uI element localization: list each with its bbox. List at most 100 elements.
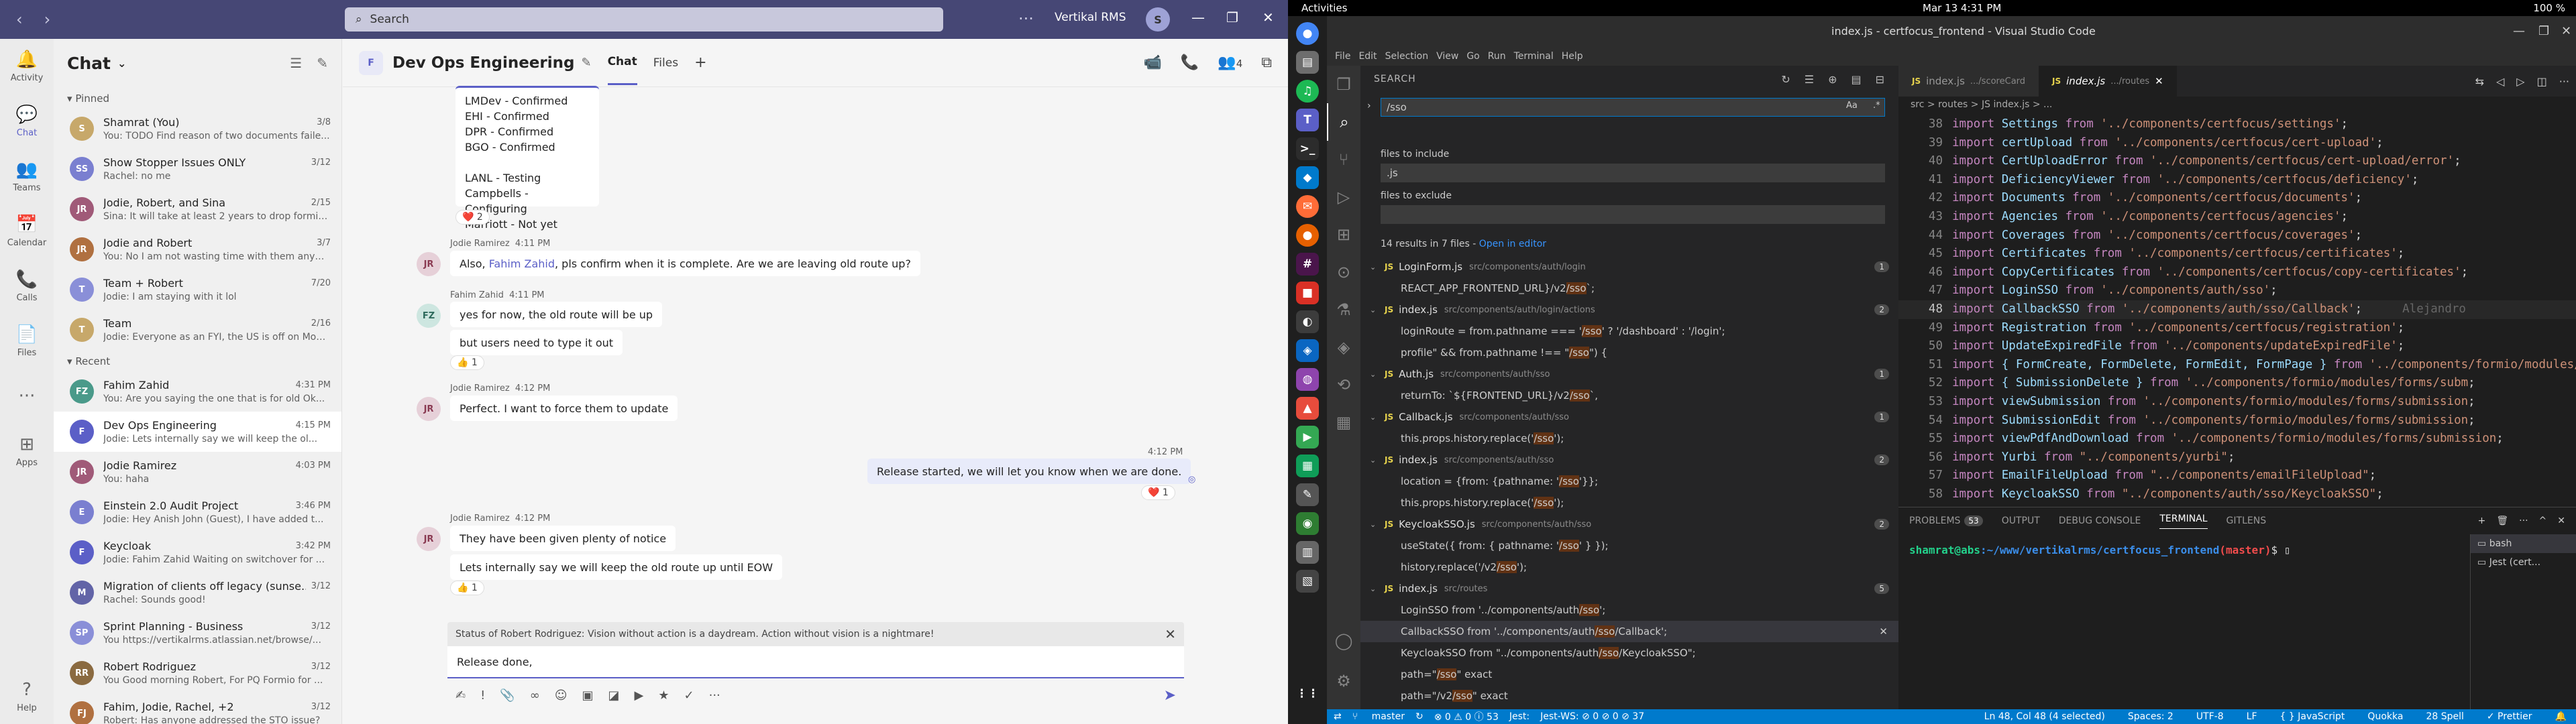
chat-list-item[interactable]: T Team + Robert 7/20 Jodie: I am staying wi… <box>54 269 341 310</box>
chat-list-item[interactable]: JR Jodie and Robert 3/7 You: No I am not wa… <box>54 229 341 269</box>
result-match[interactable]: returnTo: `${FRONTEND_URL}/v2/sso `, <box>1360 385 1898 406</box>
code-editor[interactable]: 38 import Settings from '../components/ce… <box>1898 115 2576 501</box>
maximize-panel-icon[interactable]: ^ <box>2539 516 2547 526</box>
thumbs-reaction[interactable]: 👍 1 <box>450 581 484 595</box>
source-control-icon[interactable]: ⑂ <box>1327 141 1360 178</box>
regex-icon[interactable]: .* <box>1873 101 1880 111</box>
refresh-icon[interactable]: ↻ <box>1781 73 1790 86</box>
menu-selection[interactable]: Selection <box>1385 51 1429 62</box>
tab-terminal[interactable]: TERMINAL <box>2159 514 2208 529</box>
activities-button[interactable]: Activities <box>1301 2 1347 14</box>
app-icon[interactable]: ▧ <box>1296 570 1319 593</box>
rail-calendar[interactable]: 📅 Calendar <box>0 204 54 259</box>
chat-list-title[interactable]: Chat <box>67 54 111 73</box>
chrome-icon[interactable]: ● <box>1296 22 1319 45</box>
chat-list-item[interactable]: FZ Fahim Zahid 4:31 PM You: Are you saying … <box>54 371 341 412</box>
app-icon[interactable]: ✎ <box>1296 483 1319 506</box>
search-icon[interactable]: ⌕ <box>1327 103 1360 141</box>
minimize-icon[interactable]: — <box>1191 9 1205 25</box>
files-include-input[interactable]: .js <box>1381 164 1885 182</box>
view-as-tree-icon[interactable]: ▤ <box>1851 73 1862 86</box>
result-match[interactable]: this.props.history.replace('/sso '); <box>1360 428 1898 449</box>
rail-help[interactable]: ? Help <box>0 669 54 724</box>
meet-icon[interactable]: ▶ <box>635 688 644 703</box>
result-file[interactable]: ⌄ JS index.js src/components/auth/sso 2 <box>1360 449 1898 471</box>
chat-list-item[interactable]: S Shamrat (You) 3/8 You: TODO Find reason o… <box>54 109 341 149</box>
app-icon[interactable]: ◈ <box>1296 339 1319 362</box>
go-forward-icon[interactable]: ▷ <box>2516 75 2524 88</box>
result-match[interactable]: LoginSSO from '../components/auth/sso '; <box>1360 599 1898 621</box>
app-icon[interactable]: ▥ <box>1296 541 1319 564</box>
rail-calls[interactable]: 📞 Calls <box>0 259 54 314</box>
clock[interactable]: Mar 13 4:31 PM <box>1923 2 2001 14</box>
chat-list-item[interactable]: JR Jodie, Robert, and Sina 2/15 Sina: It wi… <box>54 189 341 229</box>
spell-status[interactable]: 28 Spell <box>2426 711 2463 722</box>
cursor-position[interactable]: Ln 48, Col 48 (4 selected) <box>1984 711 2105 722</box>
slack-icon[interactable]: # <box>1296 253 1319 276</box>
menu-run[interactable]: Run <box>1488 51 1506 62</box>
chat-list-item[interactable]: E Einstein 2.0 Audit Project 3:46 PM Jodie:… <box>54 492 341 532</box>
sticker-icon[interactable]: ◪ <box>608 688 620 703</box>
app-icon[interactable]: ◐ <box>1296 310 1319 333</box>
chat-list-item[interactable]: JR Jodie Ramirez 4:03 PM You: haha <box>54 452 341 492</box>
chat-list-item[interactable]: SP Sprint Planning - Business 3/12 You http… <box>54 613 341 653</box>
praise-icon[interactable]: ★ <box>658 688 669 703</box>
tab-routes-index[interactable]: JS index.js .../routes ✕ <box>2039 66 2177 97</box>
compare-icon[interactable]: ⇆ <box>2475 75 2484 88</box>
chat-list-item[interactable]: F Dev Ops Engineering 4:15 PM Jodie: Lets i… <box>54 412 341 452</box>
pinned-section[interactable]: ▾ Pinned <box>54 87 341 109</box>
firefox-icon[interactable]: ● <box>1296 224 1319 247</box>
more-icon[interactable]: ··· <box>2519 516 2528 526</box>
result-file[interactable]: ⌄ JS index.js src/routes 5 <box>1360 578 1898 599</box>
rail-apps[interactable]: ⊞ Apps <box>0 424 54 479</box>
settings-icon[interactable]: ⚙ <box>1327 662 1360 700</box>
result-match[interactable]: loginRoute = from.pathname === '/sso ' ? … <box>1360 320 1898 342</box>
tab-scorecard-index[interactable]: JS index.js .../scoreCard <box>1898 66 2039 97</box>
chat-list-item[interactable]: FJ Fahim, Jodie, Rachel, +2 3/12 Robert: Ha… <box>54 693 341 724</box>
forward-icon[interactable]: › <box>34 10 62 29</box>
tab-problems[interactable]: PROBLEMS 53 <box>1909 516 1983 526</box>
search-input[interactable]: /sso <box>1381 98 1885 117</box>
tab-chat[interactable]: Chat <box>607 40 637 85</box>
add-tab-icon[interactable]: + <box>694 40 706 86</box>
docker-icon[interactable]: ▦ <box>1327 404 1360 441</box>
chat-list-item[interactable]: F Keycloak 3:42 PM Jodie: Fahim Zahid Waiti… <box>54 532 341 572</box>
back-icon[interactable]: ‹ <box>5 10 34 29</box>
show-apps-icon[interactable]: ⋮⋮ <box>1296 682 1319 705</box>
close-tab-icon[interactable]: ✕ <box>2155 75 2163 87</box>
kill-terminal-icon[interactable]: 🗑 <box>2496 516 2508 526</box>
new-chat-icon[interactable]: ✎ <box>317 55 328 71</box>
attach-icon[interactable]: 📎 <box>500 688 515 703</box>
mention[interactable]: Fahim Zahid <box>489 257 555 270</box>
battery-icon[interactable]: 100 % <box>2533 2 2565 14</box>
remote-icon[interactable]: ⊙ <box>1327 253 1360 291</box>
heart-reaction[interactable]: ❤️ 1 <box>1141 485 1175 500</box>
breadcrumb[interactable]: src > routes > JS index.js > ... <box>1898 97 2576 115</box>
testing-icon[interactable]: ⚗ <box>1327 291 1360 328</box>
accounts-icon[interactable]: ◯ <box>1327 622 1360 660</box>
menu-help[interactable]: Help <box>1562 51 1583 62</box>
toggle-replace-icon[interactable]: › <box>1367 101 1371 111</box>
chat-list-item[interactable]: RR Robert Rodriguez 3/12 You Good morning R… <box>54 653 341 693</box>
app-icon[interactable]: ◍ <box>1296 368 1319 391</box>
terminal-output[interactable]: shamrat@abs:~/www/vertikalrms/certfocus_… <box>1909 544 2290 556</box>
result-file[interactable]: ⌄ JS Callback.js src/components/auth/sso 1 <box>1360 406 1898 428</box>
priority-icon[interactable]: ! <box>480 688 485 703</box>
line-ending[interactable]: LF <box>2247 711 2257 722</box>
minimize-icon[interactable]: — <box>2513 24 2525 38</box>
close-panel-icon[interactable]: ✕ <box>2557 516 2565 526</box>
jest-ws-status[interactable]: Jest-WS: ⊘ 0 ⊘ 0 ⊘ 37 <box>1540 711 1644 722</box>
result-file[interactable]: ⌄ JS Auth.js src/components/auth/sso 1 <box>1360 363 1898 385</box>
thumbs-reaction[interactable]: 👍 1 <box>450 355 484 370</box>
terminal-session-jest[interactable]: ▭ Jest (cert... <box>2471 553 2576 572</box>
emoji-icon[interactable]: ☺ <box>555 688 568 703</box>
terminal-session-bash[interactable]: ▭ bash <box>2471 534 2576 553</box>
split-editor-icon[interactable]: ◫ <box>2537 75 2547 88</box>
encoding[interactable]: UTF-8 <box>2196 711 2224 722</box>
remote-indicator-icon[interactable]: ⇄ <box>1334 711 1342 722</box>
result-match[interactable]: path="/v2/sso " exact <box>1360 685 1898 707</box>
teams-icon[interactable]: T <box>1296 109 1319 131</box>
app-icon[interactable]: ▶ <box>1296 426 1319 448</box>
explorer-icon[interactable]: ❐ <box>1327 66 1360 103</box>
tab-output[interactable]: OUTPUT <box>2002 516 2040 526</box>
